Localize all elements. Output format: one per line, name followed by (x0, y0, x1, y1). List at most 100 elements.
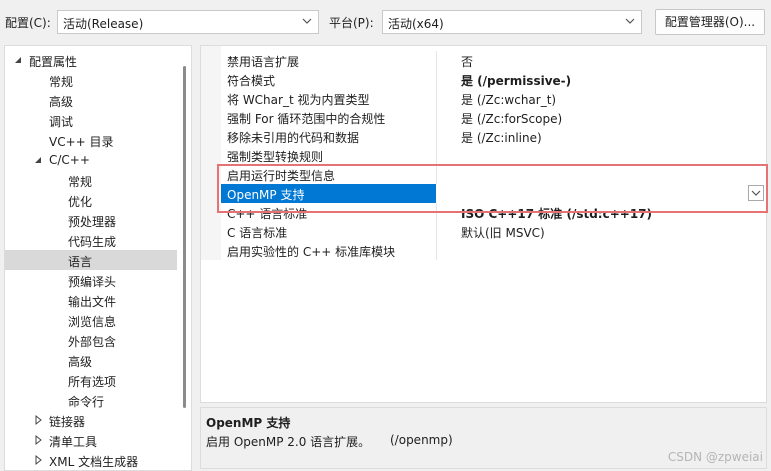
column-divider (436, 165, 437, 184)
tree-item-output-files[interactable]: 输出文件 (5, 290, 177, 310)
property-name: C 语言标准 (227, 226, 288, 240)
tree-item-label: 浏览信息 (68, 315, 117, 329)
column-divider (436, 127, 437, 146)
tree-item-code-generation[interactable]: 代码生成 (5, 230, 177, 250)
chevron-down-icon (751, 190, 761, 196)
property-row-disable-language-extensions[interactable]: 禁用语言扩展 否 (221, 51, 766, 70)
tree-item-label: VC++ 目录 (49, 135, 114, 149)
property-name: 将 WChar_t 视为内置类型 (227, 93, 370, 107)
property-name: 启用实验性的 C++ 标准库模块 (227, 245, 396, 259)
tree-item-general[interactable]: 常规 (5, 70, 177, 90)
tree-item-label: 调试 (49, 115, 74, 129)
property-row-for-scope[interactable]: 强制 For 循环范围中的合规性 是 (/Zc:forScope) (221, 108, 766, 127)
tree-item-browse-information[interactable]: 浏览信息 (5, 310, 177, 330)
tree-item-optimization[interactable]: 优化 (5, 190, 177, 210)
tree-item-label: 预处理器 (68, 215, 117, 229)
collapsed-triangle-icon[interactable] (33, 454, 43, 466)
tree-item-label: 清单工具 (49, 435, 98, 449)
tree-item-label: 输出文件 (68, 295, 117, 309)
tree-item-label: 外部包含 (68, 335, 117, 349)
tree-item-advanced[interactable]: 高级 (5, 90, 177, 110)
property-name: OpenMP 支持 (227, 188, 305, 202)
column-divider (436, 241, 437, 260)
tree-item-all-options[interactable]: 所有选项 (5, 370, 177, 390)
property-row-cpp-standard[interactable]: C++ 语言标准 ISO C++17 标准 (/std:c++17) (221, 203, 766, 222)
chevron-down-icon (302, 18, 312, 24)
property-value: 默认(旧 MSVC) (461, 226, 545, 240)
property-value: 是 (/permissive-) (461, 74, 572, 88)
property-value: 是 (/Zc:inline) (461, 131, 542, 145)
description-text: 启用 OpenMP 2.0 语言扩展。 (206, 435, 371, 449)
tree-item-language[interactable]: 语言 (5, 250, 177, 270)
tree-item-label: 代码生成 (68, 235, 117, 249)
expanded-triangle-icon[interactable] (13, 54, 23, 66)
tree-item-label: 链接器 (49, 415, 86, 429)
column-divider (436, 51, 437, 70)
property-row-remove-unreferenced[interactable]: 移除未引用的代码和数据 是 (/Zc:inline) (221, 127, 766, 146)
column-divider (436, 70, 437, 89)
tree-item-label: C/C++ (49, 153, 90, 167)
property-row-experimental-modules[interactable]: 启用实验性的 C++ 标准库模块 (221, 241, 766, 260)
tree-item-vc-directories[interactable]: VC++ 目录 (5, 130, 177, 150)
tree-item-cpp-general[interactable]: 常规 (5, 170, 177, 190)
tree-item-debugging[interactable]: 调试 (5, 110, 177, 130)
tree-item-label: 语言 (68, 255, 93, 269)
property-value: ISO C++17 标准 (/std:c++17) (461, 207, 652, 221)
tree-item-linker[interactable]: 链接器 (5, 410, 177, 430)
property-name: 强制类型转换规则 (227, 150, 324, 164)
property-name: C++ 语言标准 (227, 207, 308, 221)
configuration-manager-button[interactable]: 配置管理器(O)... (655, 9, 765, 35)
tree-item-manifest-tool[interactable]: 清单工具 (5, 430, 177, 450)
tree-item-cpp-advanced[interactable]: 高级 (5, 350, 177, 370)
platform-label: 平台(P): (329, 16, 374, 30)
property-value: 是 (/Zc:forScope) (461, 112, 563, 126)
description-title: OpenMP 支持 (206, 416, 291, 430)
property-row-rtti[interactable]: 启用运行时类型信息 (221, 165, 766, 184)
property-grid: 禁用语言扩展 否 符合模式 是 (/permissive-) 将 WChar_t… (200, 45, 767, 403)
property-row-wchar-builtin[interactable]: 将 WChar_t 视为内置类型 是 (/Zc:wchar_t) (221, 89, 766, 108)
tree-item-config-properties[interactable]: 配置属性 (5, 50, 177, 70)
property-row-openmp[interactable]: OpenMP 支持 (221, 184, 766, 203)
tree-item-label: 命令行 (68, 395, 105, 409)
tree-item-label: 配置属性 (29, 55, 78, 69)
property-name: 禁用语言扩展 (227, 55, 300, 69)
tree-item-label: 预编译头 (68, 275, 117, 289)
property-name: 强制 For 循环范围中的合规性 (227, 112, 386, 126)
tree-item-label: 常规 (68, 175, 93, 189)
tree-item-xml-doc-generator[interactable]: XML 文档生成器 (5, 450, 177, 470)
tree-scrollbar-thumb[interactable] (183, 66, 186, 408)
tree-item-c-cpp[interactable]: C/C++ (5, 150, 177, 170)
tree-item-label: 所有选项 (68, 375, 117, 389)
platform-dropdown[interactable]: 活动(x64) (382, 10, 642, 34)
chevron-down-icon (625, 18, 635, 24)
grid-gutter (201, 46, 221, 260)
config-dropdown-value: 活动(Release) (63, 17, 144, 31)
tree-item-preprocessor[interactable]: 预处理器 (5, 210, 177, 230)
property-row-cast-rules[interactable]: 强制类型转换规则 (221, 146, 766, 165)
expanded-triangle-icon[interactable] (33, 154, 43, 166)
collapsed-triangle-icon[interactable] (33, 414, 43, 426)
property-tree: 配置属性 常规 高级 调试 VC++ 目录 C/C++ 常规 优化 预处理器 代… (4, 45, 192, 471)
tree-item-label: 优化 (68, 195, 93, 209)
column-divider (436, 222, 437, 241)
config-dropdown[interactable]: 活动(Release) (57, 10, 319, 34)
property-name: 符合模式 (227, 74, 276, 88)
column-divider (436, 203, 437, 222)
property-name: 移除未引用的代码和数据 (227, 131, 360, 145)
collapsed-triangle-icon[interactable] (33, 434, 43, 446)
tree-item-external-includes[interactable]: 外部包含 (5, 330, 177, 350)
platform-dropdown-value: 活动(x64) (388, 17, 444, 31)
property-name: 启用运行时类型信息 (227, 169, 336, 183)
property-row-conformance-mode[interactable]: 符合模式 是 (/permissive-) (221, 70, 766, 89)
tree-item-precompiled-headers[interactable]: 预编译头 (5, 270, 177, 290)
tree-item-command-line[interactable]: 命令行 (5, 390, 177, 410)
config-label: 配置(C): (5, 16, 51, 30)
watermark: CSDN @zpweiai (667, 450, 763, 464)
openmp-dropdown-button[interactable] (748, 185, 764, 201)
tree-item-label: 高级 (49, 95, 74, 109)
tree-scrollbar[interactable] (177, 46, 191, 470)
description-flag: (/openmp) (390, 433, 453, 447)
tree-item-label: 常规 (49, 75, 74, 89)
property-row-c-standard[interactable]: C 语言标准 默认(旧 MSVC) (221, 222, 766, 241)
column-divider (436, 89, 437, 108)
